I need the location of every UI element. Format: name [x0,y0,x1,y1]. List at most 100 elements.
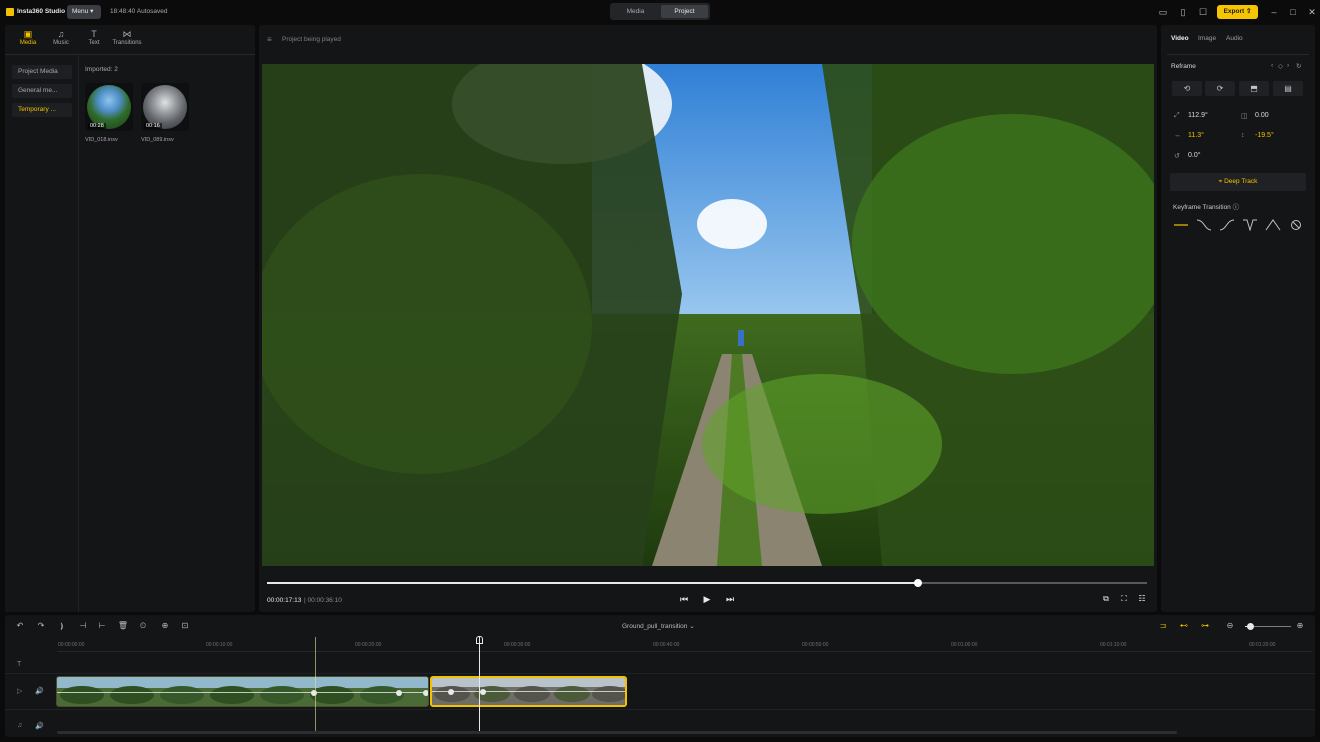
ease-in-icon[interactable] [1196,219,1212,231]
reframe-heading: Reframe [1171,63,1196,70]
close-icon[interactable]: ✕ [1306,6,1318,18]
tab-text-label: Text [88,40,100,46]
video-frame [262,64,1154,566]
link-icon[interactable]: ⊷ [1178,620,1190,632]
zoom-in-icon[interactable]: ⊕ [1294,620,1306,632]
trim-left-icon[interactable]: ⊣ [77,620,89,632]
clipboard-icon[interactable]: ☐ [1197,6,1209,18]
info-icon: ⓘ [1232,204,1240,211]
upload-icon: ⇧ [1245,8,1252,15]
video-preview[interactable] [262,64,1154,566]
reframe-mode-button[interactable]: ⟳ [1205,81,1235,96]
playhead[interactable] [479,636,480,731]
side-item-project-media[interactable]: Project Media [12,65,72,79]
volume-icon[interactable]: 🔊 [35,687,44,695]
keyframe-marker[interactable] [480,689,486,695]
tab-transitions[interactable]: ⋈ Transitions [110,29,144,46]
ease-out-icon[interactable] [1219,219,1235,231]
keyframe-marker[interactable] [396,690,402,696]
zoom-handle[interactable] [1246,623,1254,630]
minimize-icon[interactable]: – [1268,6,1280,18]
tick-label: 00:00:00:00 [58,642,85,648]
book-icon[interactable]: ▯ [1177,6,1189,18]
split-icon[interactable]: ⟭ [56,620,68,632]
pan-value[interactable]: 11.3° [1188,132,1204,139]
reframe-mode-button[interactable]: ▤ [1273,81,1303,96]
side-item-general-media[interactable]: General me... [12,84,72,98]
hover-indicator [315,637,316,732]
snapshot-icon[interactable]: ⊡ [179,620,191,632]
deep-track-button[interactable]: ⌖ Deep Track [1170,173,1306,191]
tab-text[interactable]: T Text [77,29,111,46]
settings-icon[interactable]: ☷ [1135,592,1149,606]
tab-media-mode[interactable]: Media [612,5,659,18]
keyboard-icon[interactable]: ▭ [1157,6,1169,18]
video-clip-selected[interactable] [430,676,627,707]
side-item-temporary[interactable]: Temporary ... [12,103,72,117]
zoom-out-icon[interactable]: ⊖ [1224,620,1236,632]
tab-music[interactable]: ♫ Music [44,29,78,46]
distortion-icon: ◫ [1241,113,1248,120]
delete-icon[interactable]: 🗑 [117,620,129,632]
keyframe-next-icon[interactable]: › [1287,62,1289,69]
scrubber-handle[interactable] [914,579,923,587]
roll-value[interactable]: 0.0° [1188,152,1201,159]
fullscreen-icon[interactable]: ⛶ [1117,592,1131,606]
tilt-value[interactable]: -19.5° [1255,132,1274,139]
video-clip[interactable] [56,676,429,707]
list-icon: ≡ [267,35,272,44]
menu-button[interactable]: Menu ▾ [67,5,101,19]
title-bar: Insta360 Studio Menu ▾ 18:48:40 Autosave… [0,0,1320,24]
chevron-down-icon: ⌄ [689,623,695,630]
keyframe-prev-icon[interactable]: ‹ [1271,62,1273,69]
tab-project-mode[interactable]: Project [661,5,708,18]
scrubber-progress [267,582,919,584]
reframe-mode-button[interactable]: ⟲ [1172,81,1202,96]
timeline-scrollbar[interactable] [57,731,1177,734]
zoom-slider[interactable] [1245,623,1291,630]
volume-icon[interactable]: 🔊 [35,722,44,730]
no-transition-icon[interactable] [1288,219,1304,231]
deep-track-label: Deep Track [1224,178,1258,185]
screenshot-icon[interactable]: ⧉ [1099,592,1113,606]
tab-music-label: Music [53,40,69,46]
tab-media[interactable]: ▣ Media [11,29,45,46]
media-thumbnail[interactable]: 00:16 [141,83,189,131]
keyframe-marker[interactable] [423,690,428,696]
distortion-value[interactable]: 0.00 [1255,112,1269,119]
rotate-right-icon: ⟳ [1216,84,1224,93]
fov-value[interactable]: 112.9° [1188,112,1208,119]
rotate-left-icon: ⟲ [1183,84,1191,93]
export-label: Export [1223,8,1245,15]
tab-image[interactable]: Image [1198,35,1216,42]
reset-icon[interactable]: ↻ [1296,62,1301,70]
playback-scrubber[interactable] [267,579,1147,587]
media-thumbnail[interactable]: 00:28 [85,83,133,131]
skip-back-icon[interactable]: ⏮ [677,592,691,606]
maximize-icon[interactable]: □ [1287,6,1299,18]
skip-forward-icon[interactable]: ⏭ [723,592,737,606]
redo-icon[interactable]: ↷ [35,620,47,632]
time-ruler[interactable]: 00:00:00:00 00:00:10:00 00:00:20:00 00:0… [57,640,1312,652]
magnet-icon[interactable]: ⊐ [1157,620,1169,632]
keyframe-add-icon[interactable]: ◇ [1278,62,1283,70]
music-track-icon: ♫ [17,722,23,729]
tab-video[interactable]: Video [1171,35,1189,42]
peak-transition-icon[interactable] [1265,219,1281,231]
ease-in-out-icon[interactable] [1242,219,1258,231]
reframe-mode-button[interactable]: ⬒ [1239,81,1269,96]
tick-label: 00:00:10:00 [206,642,233,648]
play-icon[interactable]: ▶ [700,592,714,606]
keyframe-marker[interactable] [448,689,454,695]
ripple-icon[interactable]: ⊶ [1199,620,1211,632]
tab-audio[interactable]: Audio [1226,35,1243,42]
add-keyframe-icon[interactable]: ⊕ [159,620,171,632]
keyframe-marker[interactable] [311,690,317,696]
speed-icon[interactable]: ⏲ [137,620,149,632]
project-name-dropdown[interactable]: Ground_pull_transition ⌄ [622,622,695,630]
linear-transition-icon[interactable] [1173,219,1189,231]
flip-icon: ⬒ [1250,84,1258,93]
trim-right-icon[interactable]: ⊢ [96,620,108,632]
export-button[interactable]: Export ⇧ [1217,5,1258,19]
undo-icon[interactable]: ↶ [14,620,26,632]
